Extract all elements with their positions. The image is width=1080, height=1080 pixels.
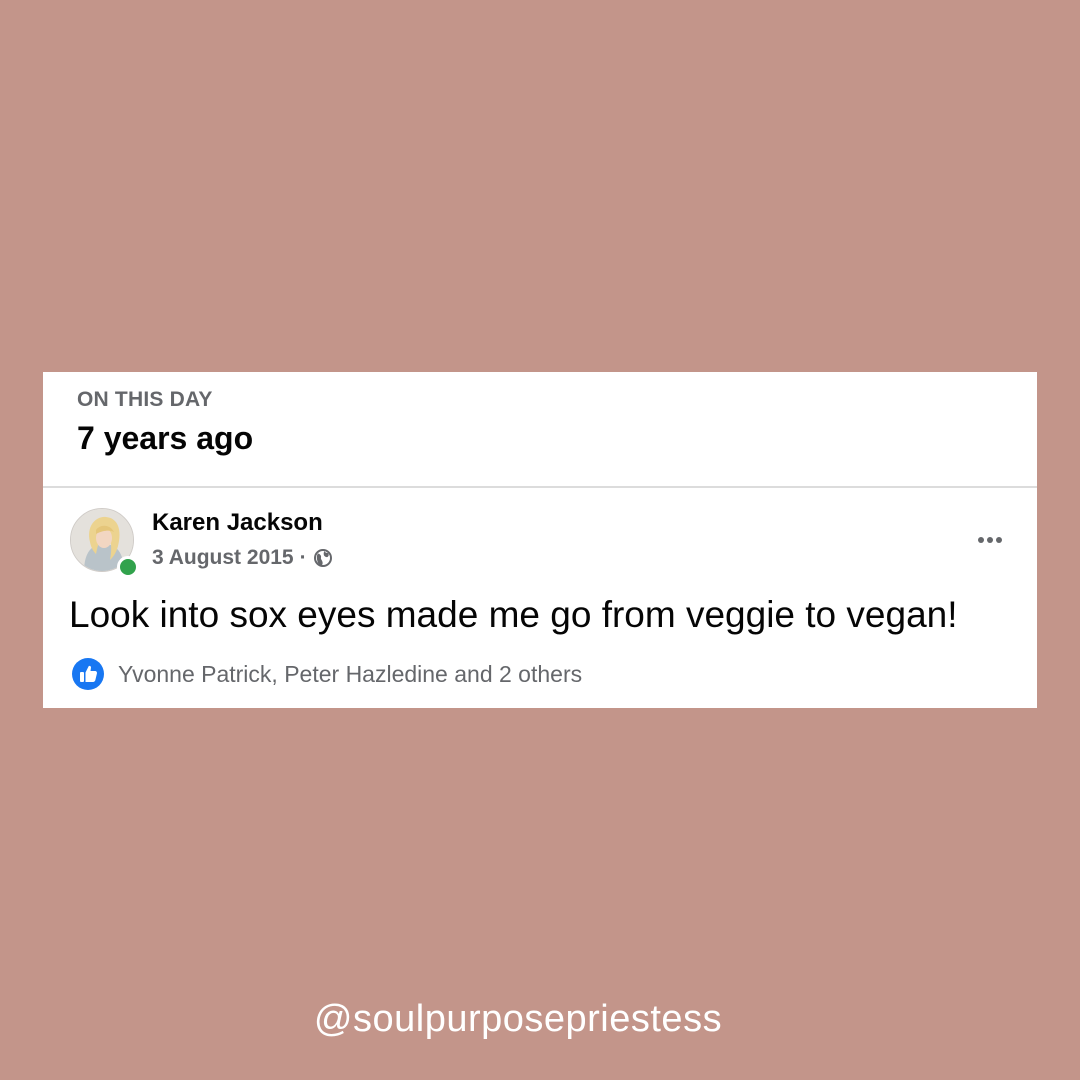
memory-card: ON THIS DAY 7 years ago Karen Jackson 3 …	[43, 372, 1037, 708]
more-options-button[interactable]	[969, 526, 1011, 554]
like-icon	[72, 658, 104, 690]
account-handle: @soulpurposepriestess	[313, 998, 723, 1040]
online-status-dot	[117, 556, 139, 578]
more-dot	[996, 537, 1002, 543]
post-meta: 3 August 2015 ·	[152, 544, 333, 572]
meta-separator: ·	[299, 546, 307, 569]
post-date[interactable]: 3 August 2015	[152, 546, 294, 570]
post-text: Look into sox eyes made me go from veggi…	[69, 594, 958, 635]
globe-icon[interactable]	[313, 548, 333, 568]
more-dot	[978, 537, 984, 543]
reactions-row[interactable]: Yvonne Patrick, Peter Hazledine and 2 ot…	[72, 657, 582, 691]
author-name[interactable]: Karen Jackson	[152, 509, 323, 537]
section-label: ON THIS DAY	[77, 388, 213, 411]
memory-header: ON THIS DAY 7 years ago	[43, 372, 1037, 488]
avatar[interactable]	[70, 508, 139, 578]
more-dot	[987, 537, 993, 543]
reactions-summary[interactable]: Yvonne Patrick, Peter Hazledine and 2 ot…	[118, 661, 582, 688]
memory-title: 7 years ago	[77, 420, 254, 456]
